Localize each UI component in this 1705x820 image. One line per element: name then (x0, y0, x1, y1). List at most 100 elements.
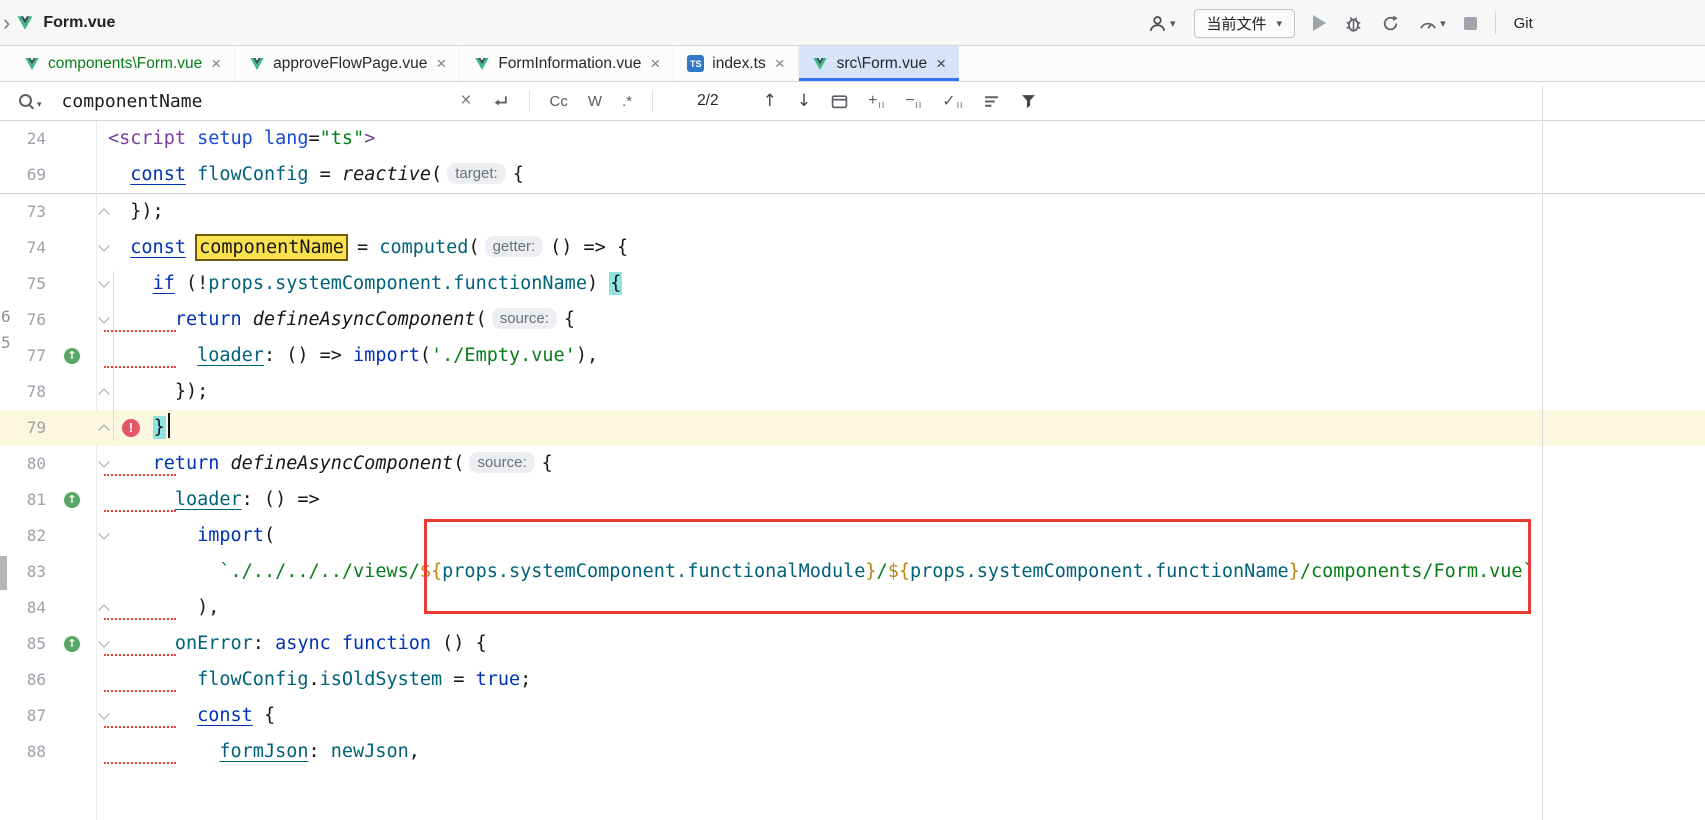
line-number[interactable]: 75 (0, 266, 46, 302)
tab-src-form-vue[interactable]: src\Form.vue× (799, 46, 959, 81)
code-token: = (309, 164, 342, 185)
code-token: defineAsyncComponent (253, 309, 476, 330)
code-line-81[interactable]: 81↑ loader: () => (0, 482, 1705, 518)
ide-window: › Form.vue ▾ 当前文件 ▾ ▾ (0, 0, 1705, 820)
code-token: () => { (550, 237, 628, 258)
coverage-button[interactable] (1381, 14, 1400, 33)
tab-approveflowpage-vue[interactable]: approveFlowPage.vue× (235, 46, 460, 81)
title-bar-actions: ▾ 当前文件 ▾ ▾ Git (1148, 0, 1533, 46)
tab-close-icon[interactable]: × (936, 54, 946, 74)
line-number[interactable]: 85 (0, 626, 46, 662)
code-token: loader (175, 489, 242, 510)
chevron-down-icon: ▾ (1170, 17, 1176, 30)
stop-button[interactable] (1464, 17, 1477, 30)
tab-index-ts[interactable]: TSindex.ts× (674, 46, 798, 81)
code-text: flowConfig.isOldSystem = true; (108, 662, 531, 698)
check-occurrence-icon[interactable]: ✓II (942, 91, 963, 111)
code-line-87[interactable]: 87 const { (0, 698, 1705, 734)
matched-brace-highlight: } (153, 416, 166, 439)
code-line-77[interactable]: 77↑ loader: () => import('./Empty.vue'), (0, 338, 1705, 374)
tab-close-icon[interactable]: × (211, 54, 221, 74)
code-text: const componentName = computed(getter:()… (108, 230, 628, 267)
filter-icon[interactable] (1020, 93, 1037, 109)
green-gutter-icon[interactable]: ↑ (64, 348, 80, 364)
code-text: onError: async function () { (108, 626, 487, 662)
chevron-down-icon: ▾ (1440, 17, 1446, 30)
code-line-74[interactable]: 74 const componentName = computed(getter… (0, 230, 1705, 266)
green-gutter-icon[interactable]: ↑ (64, 636, 80, 652)
next-match-icon[interactable]: ↓ (797, 91, 811, 111)
tab-close-icon[interactable]: × (436, 54, 446, 74)
green-gutter-icon[interactable]: ↑ (64, 492, 80, 508)
line-number[interactable]: 69 (0, 157, 46, 193)
line-number[interactable]: 88 (0, 734, 46, 770)
profiler-button[interactable]: ▾ (1418, 14, 1446, 33)
code-line-79[interactable]: 79! } (0, 410, 1705, 446)
code-line-78[interactable]: 78 }); (0, 374, 1705, 410)
code-token: <script (108, 128, 186, 149)
line-number[interactable]: 80 (0, 446, 46, 482)
code-line-86[interactable]: 86 flowConfig.isOldSystem = true; (0, 662, 1705, 698)
search-bar: ▾ componentName × Cc W .* 2/2 ↑ ↓ +II −I… (0, 82, 1705, 121)
run-button[interactable] (1313, 15, 1326, 31)
code-line-85[interactable]: 85 ↑ onError: async function () { (0, 626, 1705, 662)
play-icon (1313, 15, 1326, 31)
code-line-82[interactable]: 82 import( (0, 518, 1705, 554)
run-config-select[interactable]: 当前文件 ▾ (1194, 9, 1296, 38)
code-line-75[interactable]: 75 if (!props.systemComponent.functionNa… (0, 266, 1705, 302)
code-line-69[interactable]: 69 const flowConfig = reactive(target:{ (0, 157, 1705, 193)
tab-forminformation-vue[interactable]: FormInformation.vue × (460, 46, 674, 81)
user-button[interactable]: ▾ (1148, 14, 1176, 33)
code-line-73[interactable]: 73 }); (0, 194, 1705, 230)
plus-occurrence-icon[interactable]: +II (868, 92, 885, 110)
line-number[interactable]: 86 (0, 662, 46, 698)
tab-label: FormInformation.vue (498, 55, 641, 73)
code-text: if (!props.systemComponent.functionName)… (108, 266, 622, 302)
tab-close-icon[interactable]: × (650, 54, 660, 74)
code-token: : (253, 633, 275, 654)
code-token: `./../../../views/ (219, 561, 419, 582)
line-number[interactable]: 82 (0, 518, 46, 554)
line-number[interactable]: 81 (0, 482, 46, 518)
newline-icon[interactable] (492, 94, 509, 109)
vcs-widget[interactable]: Git (1514, 15, 1533, 32)
line-number[interactable]: 87 (0, 698, 46, 734)
line-number[interactable]: 73 (0, 194, 46, 230)
code-token: , (409, 741, 420, 762)
code-line-83[interactable]: 83 `./../../../views/${props.systemCompo… (0, 554, 1705, 590)
indent-guide (113, 271, 114, 441)
tab-close-icon[interactable]: × (775, 54, 785, 74)
line-number[interactable]: 79 (0, 410, 46, 446)
open-in-find-window-icon[interactable] (831, 94, 848, 109)
code-line-76[interactable]: 76 return defineAsyncComponent(source:{ (0, 302, 1705, 338)
search-icon[interactable]: ▾ (18, 93, 42, 110)
match-count: 2/2 (697, 92, 719, 110)
code-line-84[interactable]: 84 ), (0, 590, 1705, 626)
code-editor[interactable]: 24<script setup lang="ts">69 const flowC… (0, 121, 1705, 820)
inlay-hint: source: (469, 452, 534, 473)
code-token: /components/Form.vue` (1300, 561, 1534, 582)
regex-toggle[interactable]: .* (622, 93, 632, 110)
search-input[interactable]: componentName (62, 91, 203, 112)
code-token: import (353, 345, 420, 366)
code-token: = (309, 128, 320, 149)
line-number[interactable]: 24 (0, 121, 46, 157)
code-token: }); (130, 201, 163, 222)
code-line-24[interactable]: 24<script setup lang="ts"> (0, 121, 1705, 157)
code-text: const { (108, 698, 275, 734)
code-token: : (309, 741, 331, 762)
tab-components-form-vue[interactable]: components\Form.vue× (10, 46, 235, 81)
code-line-88[interactable]: 88 formJson: newJson, (0, 734, 1705, 770)
code-token: newJson (331, 741, 409, 762)
line-number[interactable]: 78 (0, 374, 46, 410)
search-options-icon[interactable] (983, 94, 1000, 109)
words-toggle[interactable]: W (588, 93, 602, 110)
line-number[interactable]: 74 (0, 230, 46, 266)
minus-occurrence-icon[interactable]: −II (905, 92, 922, 110)
match-case-toggle[interactable]: Cc (550, 93, 568, 110)
code-line-80[interactable]: 80 return defineAsyncComponent(source:{ (0, 446, 1705, 482)
line-number[interactable]: 84 (0, 590, 46, 626)
previous-match-icon[interactable]: ↑ (763, 91, 777, 111)
debug-button[interactable] (1344, 14, 1363, 33)
clear-search-icon[interactable]: × (460, 90, 471, 112)
